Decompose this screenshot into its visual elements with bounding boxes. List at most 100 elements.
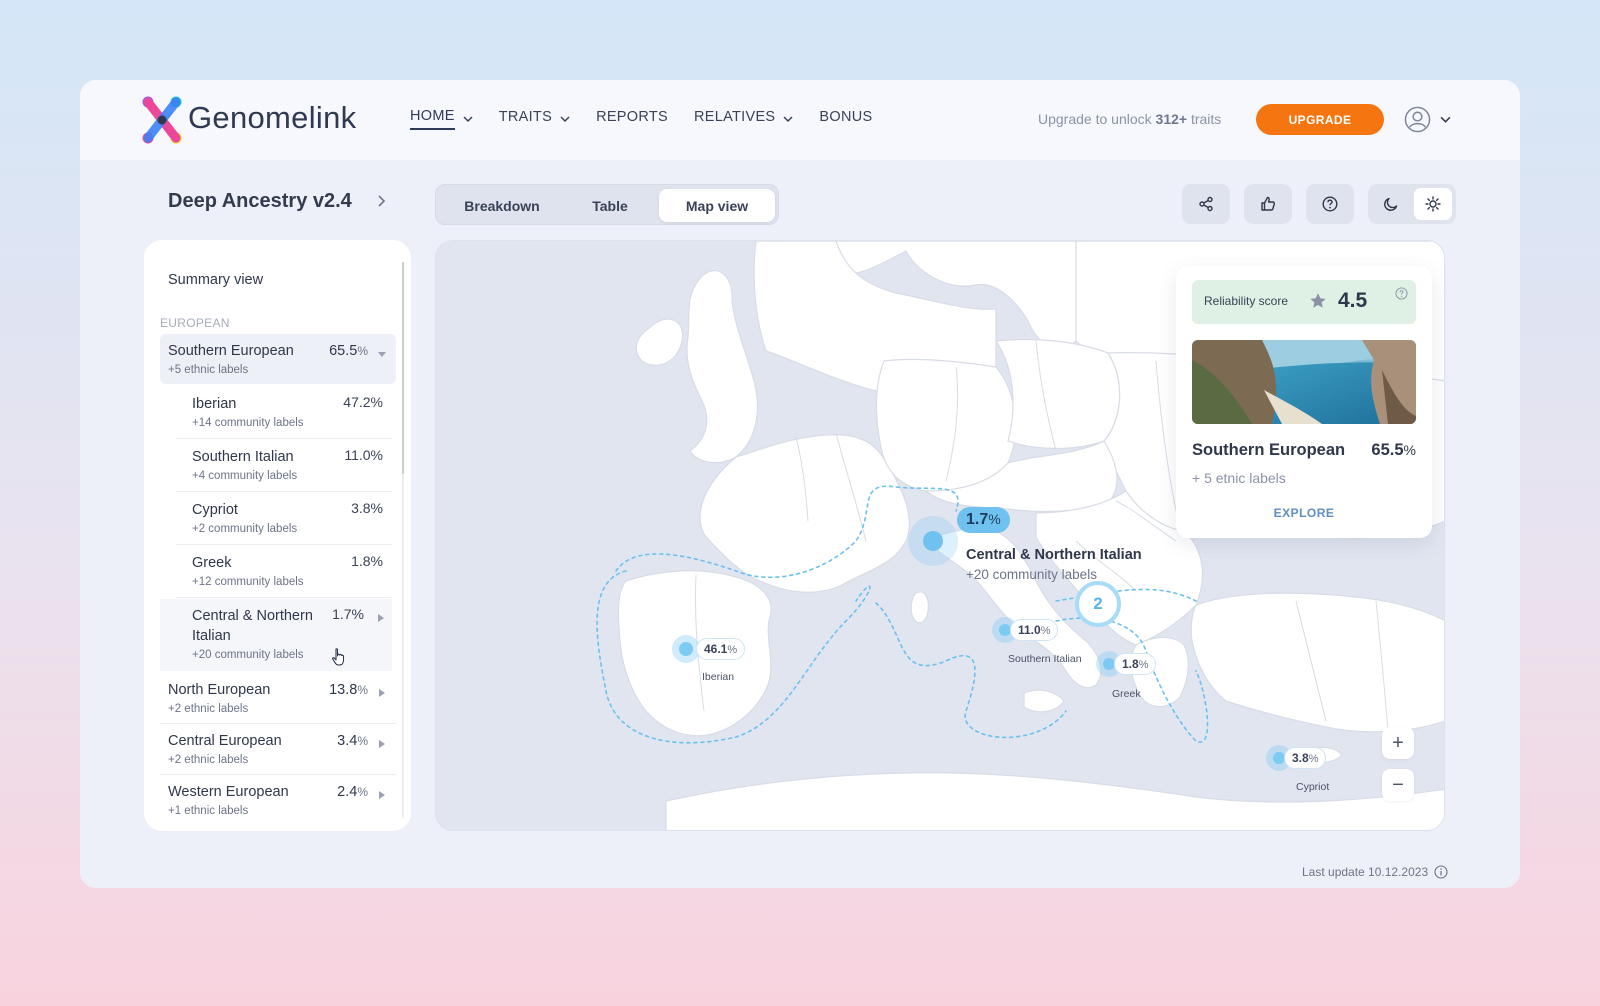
share-icon: [1199, 196, 1213, 212]
item-pct: 3.8%: [351, 500, 383, 516]
card-pct-value: 65.5: [1371, 441, 1404, 459]
nav-traits-label: TRAITS: [498, 109, 553, 125]
help-icon[interactable]: [1395, 287, 1408, 300]
zoom-in-button[interactable]: +: [1382, 727, 1414, 759]
zoom-out-button[interactable]: −: [1382, 769, 1414, 801]
reliability-score: 4.5: [1338, 289, 1368, 312]
list-item-greek[interactable]: Greek +12 community labels 1.8%: [160, 546, 392, 598]
upgrade-button[interactable]: UPGRADE: [1256, 104, 1384, 135]
highlight-sub: +20 community labels: [966, 567, 1097, 582]
nav-reports-label: REPORTS: [596, 109, 668, 125]
top-header: Genomelink HOME TRAITS REPORTS RELATIVES…: [80, 80, 1520, 160]
map-pin-greek[interactable]: 1.8%: [1096, 651, 1157, 677]
tab-table[interactable]: Table: [566, 189, 654, 222]
map-cluster-marker[interactable]: 2: [1075, 581, 1121, 627]
group-name: North European: [168, 682, 271, 698]
pin-label-greek: Greek: [1112, 688, 1141, 700]
chevron-down-icon: [560, 116, 570, 123]
group-pct: 13.8%: [329, 682, 368, 698]
group-sub: +5 ethnic labels: [168, 364, 249, 376]
pin-label-iberian: Iberian: [702, 671, 735, 683]
group-row-western-european[interactable]: Western European +1 ethnic labels 2.4%: [160, 775, 396, 825]
help-icon: [1322, 196, 1338, 212]
list-item-central-northern-italian[interactable]: Central & Northern Italian +20 community…: [160, 599, 392, 671]
divider: [176, 544, 392, 545]
group-sub: +1 ethnic labels: [168, 805, 249, 817]
group-row-central-european[interactable]: Central European +2 ethnic labels 3.4%: [160, 724, 396, 775]
scrollbar-thumb[interactable]: [402, 262, 404, 474]
caret-right-icon: [379, 791, 385, 799]
light-theme-button[interactable]: [1414, 188, 1452, 220]
upgrade-prefix: Upgrade to unlock: [1038, 111, 1152, 127]
reliability-label: Reliability score: [1204, 294, 1289, 308]
card-region-pct: 65.5%: [1371, 441, 1416, 459]
nav-relatives[interactable]: RELATIVES: [694, 109, 793, 129]
nav-home[interactable]: HOME: [410, 108, 473, 130]
group-pct-value: 65.5: [329, 343, 358, 359]
map-pin-cypriot[interactable]: 3.8%: [1266, 745, 1327, 771]
item-name: Cypriot: [192, 502, 238, 518]
group-pct-value: 3.4: [337, 733, 358, 749]
group-name: Southern European: [168, 343, 294, 359]
item-sub: +14 community labels: [192, 417, 304, 429]
moon-icon: [1384, 197, 1398, 211]
share-button[interactable]: [1182, 184, 1230, 224]
last-update: Last update 10.12.2023: [1302, 865, 1448, 879]
item-pct: 11.0%: [344, 447, 383, 463]
like-button[interactable]: [1244, 184, 1292, 224]
nav-traits[interactable]: TRAITS: [499, 109, 570, 129]
item-name: Southern Italian: [192, 449, 294, 465]
group-pct: 3.4%: [337, 733, 368, 749]
caret-down-icon: [378, 352, 386, 357]
pin-dot-center: [679, 642, 693, 656]
item-pct: 1.8%: [351, 553, 383, 569]
group-sub: +2 ethnic labels: [168, 703, 249, 715]
map-pin-southern-italian[interactable]: 11.0%: [992, 617, 1059, 643]
reliability-badge: Reliability score 4.5: [1192, 280, 1416, 324]
region-photo: [1192, 340, 1416, 424]
group-pct-value: 13.8: [329, 682, 358, 698]
pin-value: 11.0%: [1010, 619, 1059, 641]
chevron-right-icon[interactable]: [376, 194, 386, 208]
nav-reports[interactable]: REPORTS: [596, 109, 668, 129]
map-pin-iberian[interactable]: 46.1%: [672, 635, 746, 663]
tab-breakdown[interactable]: Breakdown: [444, 189, 560, 222]
item-pct: 1.7%: [332, 606, 364, 622]
nav-home-label: HOME: [410, 108, 455, 130]
tab-map-view[interactable]: Map view: [659, 189, 775, 222]
brand-name[interactable]: Genomelink: [188, 100, 356, 136]
divider: [176, 597, 392, 598]
user-avatar-icon[interactable]: [1404, 106, 1431, 133]
pin-pct: 1.8: [1122, 657, 1139, 671]
page-title: Deep Ancestry v2.4: [168, 190, 352, 212]
star-icon: [1310, 293, 1326, 308]
chevron-down-icon: [783, 116, 793, 123]
group-sub: +2 ethnic labels: [168, 754, 249, 766]
sidebar-scrollbar[interactable]: [402, 262, 404, 818]
highlight-pin-value[interactable]: 1.7%: [957, 507, 1010, 533]
chevron-down-icon[interactable]: [1440, 114, 1451, 125]
pin-value: 46.1%: [696, 638, 746, 660]
genomelink-logo-icon[interactable]: [142, 96, 182, 144]
pin-value: 3.8%: [1284, 747, 1327, 769]
pin-label-southern-italian: Southern Italian: [1008, 653, 1082, 665]
info-icon[interactable]: [1434, 865, 1448, 879]
group-row-north-european[interactable]: North European +2 ethnic labels 13.8%: [160, 673, 396, 724]
list-item-cypriot[interactable]: Cypriot +2 community labels 3.8%: [160, 493, 392, 545]
group-name: Central European: [168, 733, 282, 749]
item-pct: 47.2%: [343, 394, 383, 410]
hand-pointer-cursor-icon: [332, 648, 345, 666]
pin-label-cypriot: Cypriot: [1296, 781, 1330, 793]
explore-link[interactable]: EXPLORE: [1176, 506, 1432, 520]
map-pin-central-northern-italian[interactable]: [908, 516, 958, 566]
help-button[interactable]: [1306, 184, 1354, 224]
summary-view-link[interactable]: Summary view: [168, 272, 263, 288]
item-sub: +12 community labels: [192, 576, 304, 588]
dark-theme-button[interactable]: [1372, 188, 1410, 220]
list-item-iberian[interactable]: Iberian +14 community labels 47.2%: [160, 387, 392, 439]
list-item-southern-italian[interactable]: Southern Italian +4 community labels 11.…: [160, 440, 392, 492]
upgrade-count: 312+: [1155, 111, 1188, 127]
group-row-southern-european[interactable]: Southern European +5 ethnic labels 65.5%: [160, 334, 396, 384]
nav-bonus[interactable]: BONUS: [819, 109, 872, 129]
caret-right-icon: [378, 614, 384, 622]
